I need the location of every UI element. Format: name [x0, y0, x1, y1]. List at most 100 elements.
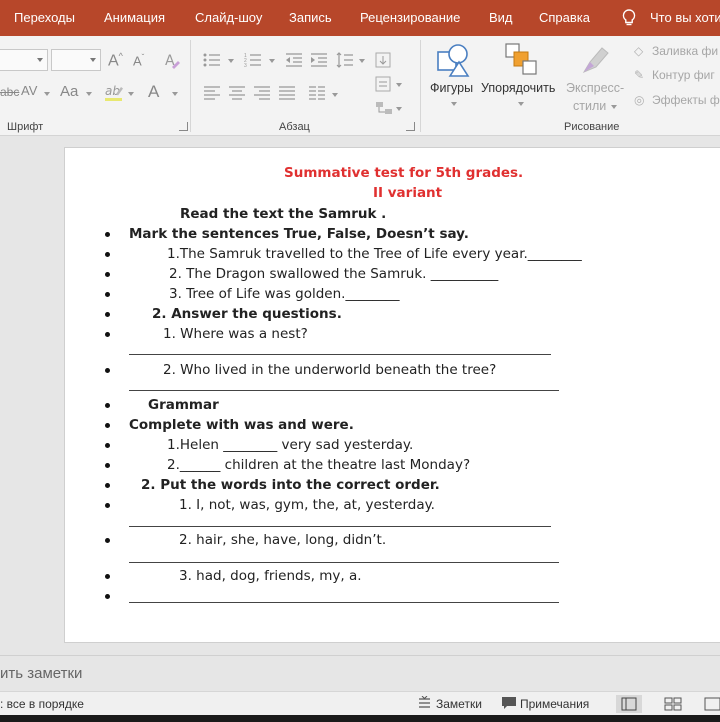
answer-line-5 — [129, 602, 559, 603]
text-order-instruction: 2. Put the words into the correct order. — [141, 477, 440, 493]
center-icon[interactable] — [228, 85, 246, 101]
bullet — [105, 332, 110, 337]
notes-pane[interactable]: ить заметки — [0, 655, 720, 691]
answer-line-3 — [129, 526, 551, 527]
bullet — [105, 483, 110, 488]
bullet — [105, 403, 110, 408]
tab-help[interactable]: Справка — [539, 10, 590, 25]
text-read-instruction: Read the text the Samruk . — [180, 206, 387, 222]
quick-styles-button-line2: стили — [573, 99, 607, 113]
bullet — [105, 292, 110, 297]
font-dialog-launcher[interactable] — [179, 122, 188, 131]
tab-view[interactable]: Вид — [489, 10, 513, 25]
columns-icon[interactable] — [308, 85, 326, 101]
bullet — [105, 368, 110, 373]
svg-text:3: 3 — [244, 63, 247, 68]
text-question-2: 2. Who lived in the underworld beneath t… — [163, 362, 497, 378]
effects-icon: ◎ — [634, 93, 645, 107]
svg-text:ab: ab — [105, 84, 120, 98]
arrange-icon[interactable] — [504, 42, 538, 76]
increase-indent-icon[interactable] — [310, 52, 328, 68]
text-grammar-heading: Grammar — [148, 397, 219, 413]
text-answer-instruction: 2. Answer the questions. — [152, 306, 342, 322]
notes-icon — [418, 695, 431, 713]
shape-effects-button[interactable]: ◎ Эффекты ф — [634, 93, 720, 107]
text-words-1: 1. I, not, was, gym, the, at, yesterday. — [179, 497, 435, 513]
justify-icon[interactable] — [278, 85, 296, 101]
text-mark-instruction: Mark the sentences True, False, Doesn’t … — [129, 226, 469, 242]
shape-outline-button[interactable]: ✎ Контур фиг — [634, 68, 715, 82]
font-name-combo[interactable] — [0, 49, 48, 71]
answer-line-1 — [129, 354, 551, 355]
tab-record[interactable]: Запись — [289, 10, 332, 25]
group-label-font: Шрифт — [7, 121, 44, 133]
decrease-font-icon[interactable]: Aˇ — [133, 54, 144, 68]
bullet — [105, 312, 110, 317]
arrange-button[interactable]: Упорядочить — [481, 81, 555, 95]
change-case-icon[interactable]: Aa — [60, 84, 78, 99]
quick-styles-button[interactable]: Экспресс- — [566, 81, 624, 95]
font-size-combo[interactable] — [51, 49, 101, 71]
comments-button[interactable]: Примечания — [520, 697, 589, 711]
accessibility-status[interactable]: : все в порядке — [0, 697, 84, 711]
text-statement-2: 2. The Dragon swallowed the Samruk. ____… — [169, 266, 499, 282]
slide-canvas[interactable]: Summative test for 5th grades. II varian… — [64, 147, 720, 643]
comments-icon — [501, 696, 517, 713]
text-statement-3: 3. Tree of Life was golden.________ — [169, 286, 400, 302]
reading-view-icon[interactable] — [700, 695, 720, 713]
align-right-icon[interactable] — [253, 85, 271, 101]
notes-button[interactable]: Заметки — [436, 697, 482, 711]
bullets-icon[interactable] — [203, 52, 221, 68]
paint-bucket-icon: ◇ — [634, 44, 644, 58]
numbering-icon[interactable]: 123 — [244, 52, 262, 68]
shapes-button[interactable]: Фигуры — [430, 81, 473, 95]
char-spacing-icon[interactable]: AV — [21, 84, 37, 97]
quick-styles-icon[interactable] — [580, 42, 614, 76]
bullet — [105, 538, 110, 543]
font-color-icon[interactable]: A — [148, 83, 159, 100]
decrease-indent-icon[interactable] — [285, 52, 303, 68]
smartart-icon[interactable] — [375, 100, 393, 116]
slide-sorter-view-icon[interactable] — [660, 695, 686, 713]
text-words-2: 2. hair, she, have, long, didn’t. — [179, 532, 387, 548]
shape-fill-button[interactable]: ◇ Заливка фи — [634, 44, 718, 58]
text-statement-1: 1.The Samruk travelled to the Tree of Li… — [167, 246, 582, 262]
tell-me-search[interactable]: Что вы хоти — [650, 10, 720, 25]
bullet — [105, 463, 110, 468]
answer-line-4 — [129, 562, 559, 563]
increase-font-icon[interactable]: A^ — [108, 52, 123, 69]
ribbon-body: A^ Aˇ A abc AV Aa ab A Шрифт 123 Абзац Ф… — [0, 36, 720, 136]
notes-placeholder[interactable]: ить заметки — [0, 665, 82, 682]
text-grammar-2: 2.______ children at the theatre last Mo… — [167, 457, 471, 473]
text-complete-instruction: Complete with was and were. — [129, 417, 354, 433]
align-text-icon[interactable] — [375, 76, 391, 92]
clear-formatting-icon[interactable]: A — [163, 51, 181, 69]
pen-icon: ✎ — [634, 68, 645, 82]
align-left-icon[interactable] — [203, 85, 221, 101]
tab-transitions[interactable]: Переходы — [14, 10, 75, 25]
group-label-drawing: Рисование — [564, 121, 620, 133]
bullet — [105, 232, 110, 237]
window-bottom-edge — [0, 715, 720, 722]
shapes-icon[interactable] — [436, 42, 472, 78]
tab-animations[interactable]: Анимация — [104, 10, 165, 25]
bullet — [105, 503, 110, 508]
text-words-3: 3. had, dog, friends, my, a. — [179, 568, 362, 584]
group-label-paragraph: Абзац — [279, 121, 310, 133]
bullet — [105, 594, 110, 599]
normal-view-icon[interactable] — [616, 695, 642, 713]
tab-review[interactable]: Рецензирование — [360, 10, 460, 25]
slide-title-line1: Summative test for 5th grades. — [284, 165, 524, 181]
tell-me-bulb-icon[interactable] — [621, 9, 637, 27]
text-question-1: 1. Where was a nest? — [163, 326, 308, 342]
bullet — [105, 272, 110, 277]
text-grammar-1: 1.Helen ________ very sad yesterday. — [167, 437, 414, 453]
text-direction-icon[interactable] — [375, 52, 391, 68]
highlight-icon[interactable]: ab — [104, 82, 124, 102]
paragraph-dialog-launcher[interactable] — [406, 122, 415, 131]
line-spacing-icon[interactable] — [336, 51, 354, 69]
strikethrough-icon[interactable]: abc — [0, 86, 19, 98]
slide-title-line2: II variant — [373, 185, 443, 201]
bullet — [105, 252, 110, 257]
tab-slideshow[interactable]: Слайд-шоу — [195, 10, 262, 25]
